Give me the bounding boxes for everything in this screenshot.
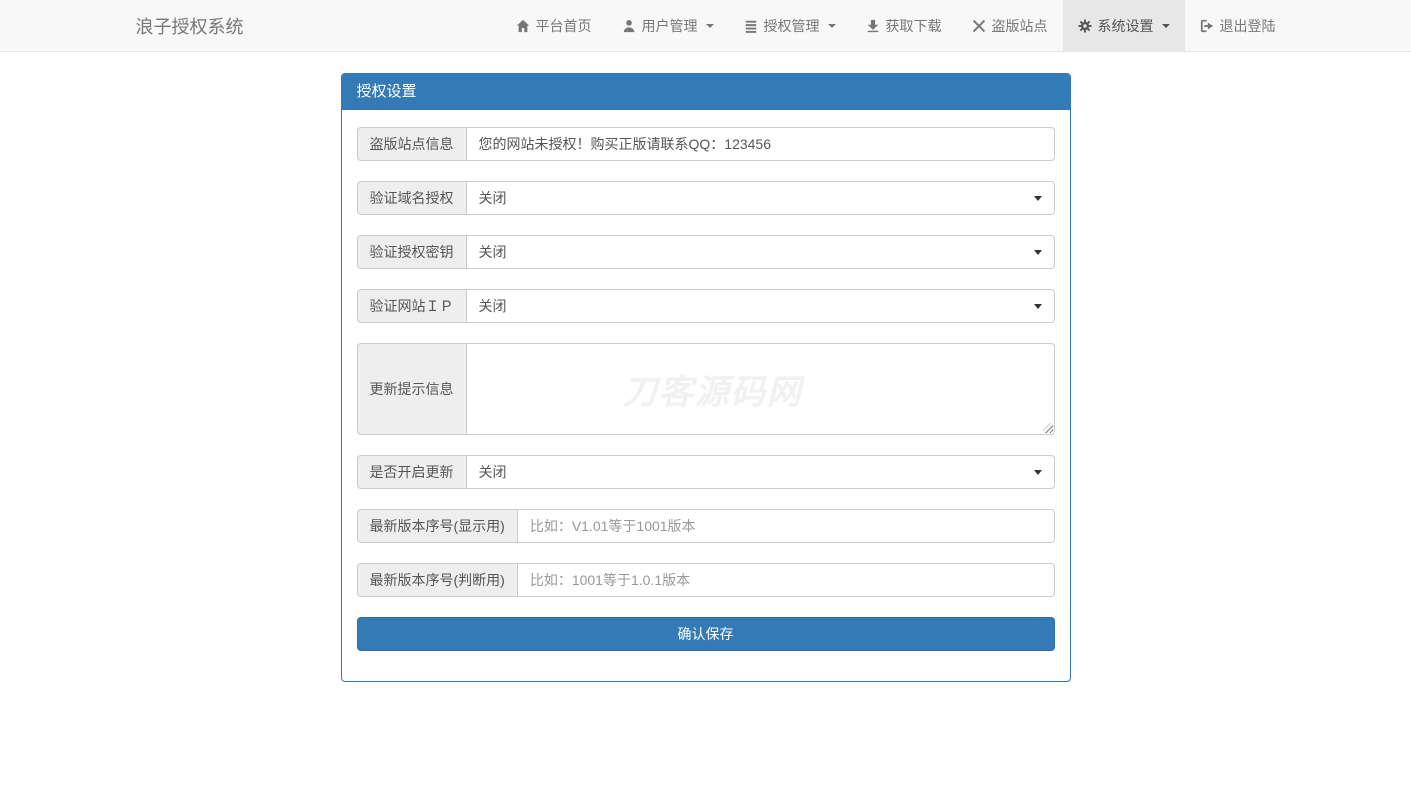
chevron-down-icon	[706, 24, 714, 28]
update-notice-textarea-wrap: 刀客源码网	[466, 343, 1055, 435]
select-arrow-icon	[1034, 304, 1042, 309]
nav-item-platform-home[interactable]: 平台首页	[501, 0, 607, 51]
panel-body: 盗版站点信息 验证域名授权 关闭 验证授权密钥 关闭 验证网站ＩＰ 关闭	[342, 110, 1070, 681]
update-notice-textarea[interactable]	[466, 343, 1055, 435]
panel-title: 授权设置	[342, 74, 1070, 110]
pirate-site-info-label: 盗版站点信息	[357, 127, 466, 161]
list-icon	[744, 19, 758, 33]
nav-item-system-settings[interactable]: 系统设置	[1063, 0, 1185, 51]
version-judge-label: 最新版本序号(判断用)	[357, 563, 517, 597]
enable-update-select[interactable]: 关闭	[466, 455, 1055, 489]
verify-key-label: 验证授权密钥	[357, 235, 466, 269]
navbar-menu: 平台首页 用户管理 授权管理 获取下载	[501, 0, 1291, 51]
verify-key-select[interactable]: 关闭	[466, 235, 1055, 269]
nav-item-label: 授权管理	[764, 16, 820, 36]
nav-item-label: 退出登陆	[1220, 16, 1276, 36]
user-icon	[622, 19, 636, 33]
home-icon	[516, 19, 530, 33]
nav-item-license-management[interactable]: 授权管理	[729, 0, 851, 51]
verify-key-selected-value: 关闭	[479, 242, 507, 262]
update-notice-label: 更新提示信息	[357, 343, 466, 435]
nav-item-label: 系统设置	[1098, 16, 1154, 36]
chevron-down-icon	[1162, 24, 1170, 28]
verify-ip-select[interactable]: 关闭	[466, 289, 1055, 323]
verify-domain-label: 验证域名授权	[357, 181, 466, 215]
top-navbar: 浪子授权系统 平台首页 用户管理 授权管理	[0, 0, 1411, 52]
verify-domain-selected-value: 关闭	[479, 188, 507, 208]
form-row-pirate-site-info: 盗版站点信息	[357, 127, 1055, 161]
form-row-enable-update: 是否开启更新 关闭	[357, 455, 1055, 489]
version-display-input[interactable]	[517, 509, 1055, 543]
form-row-update-notice: 更新提示信息 刀客源码网	[357, 343, 1055, 435]
pirate-site-info-input[interactable]	[466, 127, 1055, 161]
enable-update-label: 是否开启更新	[357, 455, 466, 489]
save-button[interactable]: 确认保存	[357, 617, 1055, 651]
enable-update-selected-value: 关闭	[479, 462, 507, 482]
chevron-down-icon	[828, 24, 836, 28]
verify-ip-label: 验证网站ＩＰ	[357, 289, 466, 323]
version-judge-input[interactable]	[517, 563, 1055, 597]
version-display-label: 最新版本序号(显示用)	[357, 509, 517, 543]
nav-item-label: 获取下载	[886, 16, 942, 36]
form-row-save: 确认保存	[357, 617, 1055, 651]
nav-item-pirate-sites[interactable]: 盗版站点	[957, 0, 1063, 51]
nav-item-label: 平台首页	[536, 16, 592, 36]
nav-item-logout[interactable]: 退出登陆	[1185, 0, 1291, 51]
nav-item-get-download[interactable]: 获取下载	[851, 0, 957, 51]
auth-settings-panel: 授权设置 盗版站点信息 验证域名授权 关闭 验证授权密钥 关闭 验证网站ＩＰ 关…	[341, 73, 1071, 682]
navbar-container: 浪子授权系统 平台首页 用户管理 授权管理	[121, 0, 1291, 51]
nav-item-user-management[interactable]: 用户管理	[607, 0, 729, 51]
form-row-verify-key: 验证授权密钥 关闭	[357, 235, 1055, 269]
nav-item-label: 盗版站点	[992, 16, 1048, 36]
brand-link[interactable]: 浪子授权系统	[121, 0, 259, 51]
form-row-verify-ip: 验证网站ＩＰ 关闭	[357, 289, 1055, 323]
download-icon	[866, 19, 880, 33]
nav-item-label: 用户管理	[642, 16, 698, 36]
form-row-version-judge: 最新版本序号(判断用)	[357, 563, 1055, 597]
remove-icon	[972, 19, 986, 33]
select-arrow-icon	[1034, 250, 1042, 255]
select-arrow-icon	[1034, 196, 1042, 201]
gear-icon	[1078, 19, 1092, 33]
form-row-verify-domain: 验证域名授权 关闭	[357, 181, 1055, 215]
select-arrow-icon	[1034, 470, 1042, 475]
verify-domain-select[interactable]: 关闭	[466, 181, 1055, 215]
verify-ip-selected-value: 关闭	[479, 296, 507, 316]
form-row-version-display: 最新版本序号(显示用)	[357, 509, 1055, 543]
logout-icon	[1200, 19, 1214, 33]
